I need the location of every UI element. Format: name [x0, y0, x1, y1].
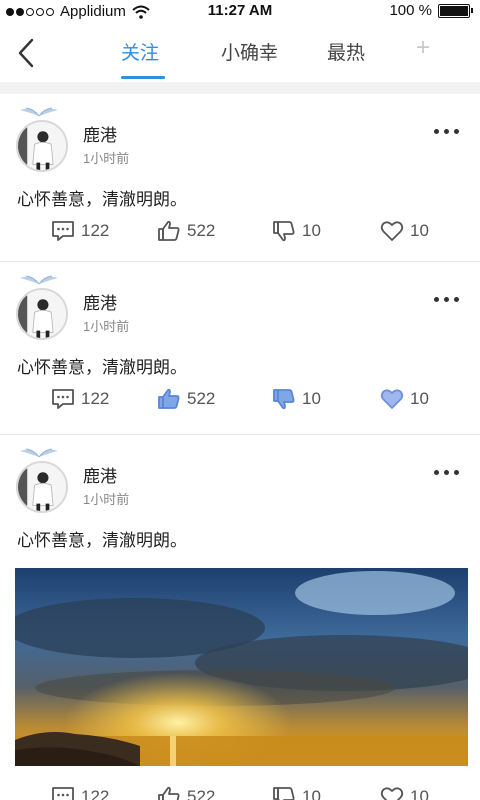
like-count: 522 — [187, 787, 216, 800]
post-actions: 122 522 10 10 — [0, 220, 480, 248]
comment-button[interactable]: 122 — [51, 786, 109, 800]
username[interactable]: 鹿港 — [83, 462, 117, 487]
tab-hottest[interactable]: 最热 — [327, 38, 365, 65]
favorite-button[interactable]: 10 — [380, 388, 429, 410]
post-divider — [0, 434, 480, 435]
vip-wings-badge — [18, 104, 60, 118]
post-divider — [0, 261, 480, 262]
status-bar: Applidium 11:27 AM 100 % — [0, 0, 480, 24]
thumbs-down-icon — [272, 786, 296, 800]
like-button[interactable]: 522 — [157, 220, 215, 242]
post-text: 心怀善意，清澈明朗。 — [17, 358, 187, 377]
like-button[interactable]: 522 — [157, 388, 215, 410]
back-arrow-icon[interactable] — [14, 36, 42, 70]
post-text: 心怀善意，清澈明朗。 — [17, 190, 187, 209]
comment-count: 122 — [81, 389, 110, 408]
comment-button[interactable]: 122 — [51, 388, 109, 410]
comment-button[interactable]: 122 — [51, 220, 109, 242]
favorite-count: 10 — [410, 787, 429, 800]
username[interactable]: 鹿港 — [83, 289, 117, 314]
thumbs-up-icon — [157, 388, 181, 410]
post-actions: 122 522 10 10 — [0, 786, 480, 800]
add-tab-button[interactable]: + — [416, 34, 430, 62]
avatar[interactable] — [16, 288, 68, 340]
vip-wings-badge — [18, 272, 60, 286]
avatar[interactable] — [16, 461, 68, 513]
dislike-count: 10 — [302, 221, 321, 240]
post-time: 1小时前 — [83, 319, 130, 334]
thumbs-up-icon — [157, 786, 181, 800]
more-options-icon[interactable] — [434, 129, 459, 134]
like-count: 522 — [187, 389, 216, 408]
comment-icon — [51, 388, 75, 410]
dislike-button[interactable]: 10 — [272, 388, 321, 410]
comment-icon — [51, 786, 75, 800]
post-time: 1小时前 — [83, 151, 130, 166]
dislike-button[interactable]: 10 — [272, 220, 321, 242]
like-button[interactable]: 522 — [157, 786, 215, 800]
active-tab-indicator — [121, 76, 165, 79]
like-count: 522 — [187, 221, 216, 240]
more-options-icon[interactable] — [434, 297, 459, 302]
favorite-button[interactable]: 10 — [380, 786, 429, 800]
thumbs-down-icon — [272, 220, 296, 242]
nav-divider — [0, 82, 480, 94]
thumbs-up-icon — [157, 220, 181, 242]
comment-count: 122 — [81, 787, 110, 800]
favorite-count: 10 — [410, 389, 429, 408]
username[interactable]: 鹿港 — [83, 121, 117, 146]
comment-count: 122 — [81, 221, 110, 240]
more-options-icon[interactable] — [434, 470, 459, 475]
tab-little-happiness[interactable]: 小确幸 — [221, 38, 278, 65]
battery-percent: 100 % — [389, 2, 432, 19]
heart-icon — [380, 220, 404, 242]
post-text: 心怀善意，清澈明朗。 — [17, 531, 187, 550]
vip-wings-badge — [18, 445, 60, 459]
tab-follow[interactable]: 关注 — [121, 38, 159, 65]
dislike-button[interactable]: 10 — [272, 786, 321, 800]
avatar[interactable] — [16, 120, 68, 172]
battery-icon — [438, 3, 473, 18]
favorite-count: 10 — [410, 221, 429, 240]
heart-icon — [380, 786, 404, 800]
dislike-count: 10 — [302, 389, 321, 408]
post-image[interactable] — [15, 568, 468, 766]
thumbs-down-icon — [272, 388, 296, 410]
top-nav: 关注 小确幸 最热 + — [0, 24, 480, 82]
heart-icon — [380, 388, 404, 410]
dislike-count: 10 — [302, 787, 321, 800]
post-actions: 122 522 10 10 — [0, 388, 480, 416]
favorite-button[interactable]: 10 — [380, 220, 429, 242]
post-time: 1小时前 — [83, 492, 130, 507]
comment-icon — [51, 220, 75, 242]
